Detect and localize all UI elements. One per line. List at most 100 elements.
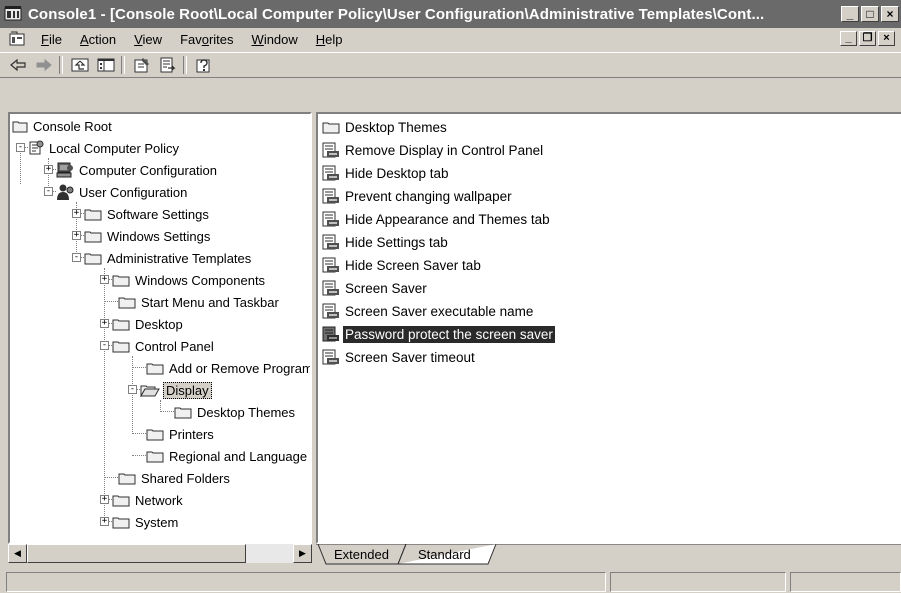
mdi-restore-button[interactable]: ❐: [859, 31, 876, 46]
tree-node-desktop[interactable]: Desktop: [112, 314, 185, 334]
title-bar[interactable]: Console1 - [Console Root\Local Computer …: [0, 0, 901, 28]
forward-button[interactable]: [32, 54, 56, 76]
list-item[interactable]: Remove Display in Control Panel: [322, 139, 545, 161]
collapse-toggle[interactable]: -: [100, 341, 109, 350]
mdi-minimize-button[interactable]: _: [840, 31, 857, 46]
expand-toggle[interactable]: +: [100, 319, 109, 328]
folder-icon: [118, 297, 136, 309]
list-item-label: Hide Appearance and Themes tab: [345, 211, 550, 227]
tab-extended[interactable]: Extended: [334, 546, 389, 564]
menu-help-rest: elp: [325, 31, 343, 47]
export-list-button[interactable]: [156, 54, 180, 76]
list-item-label: Screen Saver: [345, 280, 427, 296]
menu-help[interactable]: Help: [307, 32, 352, 47]
console-tree-pane[interactable]: - + - + + - + + - - + + Console Root Loc…: [8, 112, 312, 544]
tree-node-label: Software Settings: [107, 206, 209, 222]
scroll-thumb[interactable]: [27, 544, 246, 563]
tree-node-software-settings[interactable]: Software Settings: [84, 204, 211, 224]
tree-node-user-configuration[interactable]: User Configuration: [56, 182, 189, 202]
expand-toggle[interactable]: +: [72, 209, 81, 218]
policy-setting-icon: [322, 234, 339, 250]
policy-setting-icon: [322, 165, 339, 181]
window-close-button[interactable]: ×: [881, 6, 899, 22]
list-item[interactable]: Screen Saver timeout: [322, 346, 477, 368]
open-folder-icon: [140, 385, 160, 397]
tree-node-local-computer-policy[interactable]: Local Computer Policy: [28, 138, 181, 158]
tree-node-console-root[interactable]: Console Root: [12, 116, 114, 136]
tree-node-windows-settings[interactable]: Windows Settings: [84, 226, 212, 246]
folder-icon: [146, 363, 164, 375]
collapse-toggle[interactable]: -: [128, 385, 137, 394]
tree-node-printers[interactable]: Printers: [146, 424, 216, 444]
list-item-label: Remove Display in Control Panel: [345, 142, 544, 158]
menu-favorites-key: o: [201, 31, 209, 47]
tree-line: [104, 268, 105, 522]
list-item[interactable]: Screen Saver executable name: [322, 300, 535, 322]
tree-node-label: Add or Remove Programs: [169, 360, 312, 376]
list-item[interactable]: Hide Desktop tab: [322, 162, 451, 184]
list-item-selected[interactable]: Password protect the screen saver: [322, 323, 555, 345]
window-maximize-button[interactable]: □: [861, 6, 879, 22]
tree-node-shared-folders[interactable]: Shared Folders: [118, 468, 232, 488]
folder-icon: [112, 275, 130, 287]
tab-standard[interactable]: Standard: [418, 546, 471, 564]
back-button[interactable]: [6, 54, 30, 76]
window-minimize-button[interactable]: _: [841, 6, 859, 22]
back-arrow-icon: [10, 58, 26, 72]
scroll-right-button[interactable]: ▶: [293, 544, 312, 563]
list-item-label: Hide Screen Saver tab: [345, 257, 481, 273]
list-item[interactable]: Prevent changing wallpaper: [322, 185, 514, 207]
tree-node-network[interactable]: Network: [112, 490, 185, 510]
menu-view-rest: iew: [142, 31, 163, 47]
list-item[interactable]: Hide Appearance and Themes tab: [322, 208, 552, 230]
menu-favorites[interactable]: Favorites: [171, 32, 242, 47]
menu-window[interactable]: Window: [243, 32, 307, 47]
expand-toggle[interactable]: +: [100, 517, 109, 526]
tree-node-administrative-templates[interactable]: Administrative Templates: [84, 248, 253, 268]
document-system-menu-icon[interactable]: [8, 30, 26, 48]
properties-button[interactable]: [130, 54, 154, 76]
menu-file[interactable]: File: [32, 32, 71, 47]
policy-setting-icon: [322, 188, 339, 204]
tree-node-system[interactable]: System: [112, 512, 180, 532]
folder-icon: [112, 517, 130, 529]
scroll-left-button[interactable]: ◀: [8, 544, 27, 563]
menu-help-key: H: [315, 31, 326, 47]
mmc-window: Console1 - [Console Root\Local Computer …: [0, 0, 901, 593]
collapse-toggle[interactable]: -: [72, 253, 81, 262]
folder-icon: [174, 407, 192, 419]
expand-toggle[interactable]: +: [100, 495, 109, 504]
tree-node-label: Start Menu and Taskbar: [141, 294, 279, 310]
up-one-level-button[interactable]: [68, 54, 92, 76]
tree-horizontal-scrollbar[interactable]: ◀ ▶: [8, 544, 312, 563]
expand-toggle[interactable]: +: [100, 275, 109, 284]
tree-node-start-menu-and-taskbar[interactable]: Start Menu and Taskbar: [118, 292, 281, 312]
mdi-close-button[interactable]: ×: [878, 31, 895, 46]
expand-toggle[interactable]: +: [72, 231, 81, 240]
list-item[interactable]: Hide Screen Saver tab: [322, 254, 483, 276]
menu-action-rest: ction: [88, 31, 117, 47]
help-button[interactable]: [192, 54, 216, 76]
details-list-pane[interactable]: Desktop Themes Remove Display in Control…: [316, 112, 901, 544]
list-item[interactable]: Screen Saver: [322, 277, 429, 299]
menu-window-rest: indow: [263, 31, 298, 47]
tree-node-desktop-themes[interactable]: Desktop Themes: [174, 402, 297, 422]
list-item[interactable]: Desktop Themes: [322, 116, 449, 138]
export-list-icon: [160, 57, 176, 73]
menu-file-key: F: [41, 31, 49, 47]
expand-toggle[interactable]: +: [44, 165, 53, 174]
menu-view[interactable]: View: [125, 32, 171, 47]
list-item[interactable]: Hide Settings tab: [322, 231, 450, 253]
tree-node-windows-components[interactable]: Windows Components: [112, 270, 267, 290]
toolbar-separator: [121, 56, 125, 74]
tree-node-add-or-remove-programs[interactable]: Add or Remove Programs: [146, 358, 312, 378]
collapse-toggle[interactable]: -: [44, 187, 53, 196]
tree-node-computer-configuration[interactable]: Computer Configuration: [56, 160, 219, 180]
show-hide-tree-button[interactable]: [94, 54, 118, 76]
tree-node-control-panel[interactable]: Control Panel: [112, 336, 216, 356]
menu-action[interactable]: Action: [71, 32, 125, 47]
tree-node-regional-and-language-options[interactable]: Regional and Language Options: [146, 446, 310, 466]
collapse-toggle[interactable]: -: [16, 143, 25, 152]
menu-view-key: V: [134, 31, 143, 47]
tree-node-display[interactable]: Display: [140, 380, 212, 400]
